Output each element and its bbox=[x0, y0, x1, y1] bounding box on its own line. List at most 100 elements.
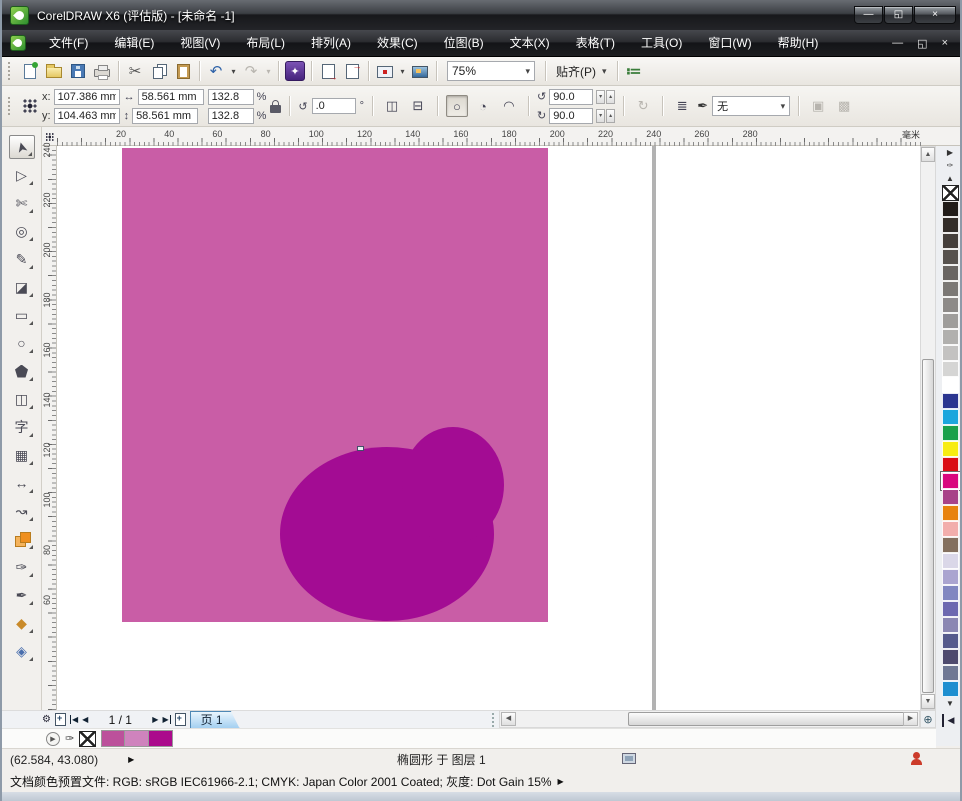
palette-play-icon[interactable]: ▶ bbox=[46, 732, 60, 746]
doc-eyedropper-icon[interactable]: ✑ bbox=[65, 732, 74, 745]
text-tool[interactable]: 字 bbox=[9, 415, 35, 439]
smart-fill-tool[interactable]: ◪ bbox=[9, 275, 35, 299]
mirror-horizontal-icon[interactable]: ◫ bbox=[381, 95, 403, 117]
rotation-angle-field[interactable] bbox=[312, 98, 356, 114]
launcher-dropdown-icon[interactable]: ▾ bbox=[397, 59, 408, 83]
status-flyout-icon[interactable]: ▶ bbox=[128, 755, 134, 764]
palette-swatch[interactable] bbox=[942, 297, 959, 313]
palette-scroll-up-icon[interactable]: ▲ bbox=[942, 172, 959, 185]
doc-minimize-icon[interactable]: — bbox=[892, 37, 903, 50]
palette-swatch[interactable] bbox=[942, 505, 959, 521]
palette-swatch[interactable] bbox=[942, 281, 959, 297]
outline-pen-tool[interactable]: ✒ bbox=[9, 583, 35, 607]
no-color-swatch[interactable] bbox=[79, 731, 96, 747]
arc-mode-button[interactable]: ◠ bbox=[498, 95, 520, 117]
shape-tool[interactable]: ▷ bbox=[9, 163, 35, 187]
next-page-icon[interactable]: ▶ bbox=[152, 715, 158, 724]
previous-page-icon[interactable]: ◀ bbox=[82, 715, 88, 724]
app-launcher-icon[interactable] bbox=[373, 59, 397, 83]
drawing-canvas[interactable] bbox=[57, 146, 920, 710]
color-eyedropper-tool[interactable]: ✑ bbox=[9, 555, 35, 579]
navigator-icon[interactable]: ⊕ bbox=[920, 710, 936, 728]
menu-item-view[interactable]: 视图(V) bbox=[167, 30, 233, 56]
palette-no-color-swatch[interactable] bbox=[942, 185, 959, 201]
maximize-button[interactable]: ◱ bbox=[884, 6, 913, 24]
palette-swatch[interactable] bbox=[942, 681, 959, 697]
y-position-field[interactable] bbox=[54, 108, 120, 124]
palette-flyout-icon[interactable]: ▶ bbox=[942, 146, 959, 159]
start-angle-field[interactable] bbox=[549, 89, 593, 105]
fill-tool[interactable]: ◆ bbox=[9, 611, 35, 635]
menu-item-text[interactable]: 文本(X) bbox=[497, 30, 563, 56]
page-settings-icon[interactable]: ⚙ bbox=[42, 714, 51, 725]
palette-swatch[interactable] bbox=[942, 377, 959, 393]
minimize-button[interactable]: — bbox=[854, 6, 883, 24]
palette-swatch[interactable] bbox=[942, 521, 959, 537]
new-document-icon[interactable] bbox=[18, 59, 42, 83]
redo-dropdown-icon[interactable]: ▾ bbox=[263, 59, 274, 83]
scroll-up-icon[interactable]: ▲ bbox=[921, 147, 935, 162]
object-height-field[interactable] bbox=[132, 108, 198, 124]
palette-eyedropper-icon[interactable]: ✑ bbox=[942, 159, 959, 172]
profile-flyout-icon[interactable]: ▶ bbox=[558, 777, 564, 786]
polygon-tool[interactable] bbox=[9, 359, 35, 383]
redo-icon[interactable]: ↷ bbox=[239, 59, 263, 83]
zoom-level-select[interactable]: 75% ▾ bbox=[447, 61, 535, 81]
menu-item-bitmaps[interactable]: 位图(B) bbox=[431, 30, 497, 56]
vertical-scroll-thumb[interactable] bbox=[922, 359, 934, 693]
palette-swatch[interactable] bbox=[942, 217, 959, 233]
palette-swatch[interactable] bbox=[942, 425, 959, 441]
small-ellipse-shape[interactable] bbox=[402, 427, 504, 543]
undo-icon[interactable]: ↶ bbox=[204, 59, 228, 83]
last-page-icon[interactable]: ▶ bbox=[162, 715, 170, 724]
palette-swatch[interactable] bbox=[942, 569, 959, 585]
scroll-right-icon[interactable]: ▶ bbox=[903, 712, 918, 726]
end-angle-spinner[interactable]: ▾▴ bbox=[596, 109, 615, 123]
palette-expand-icon[interactable]: ◀ bbox=[942, 714, 959, 727]
table-tool[interactable]: ▦ bbox=[9, 443, 35, 467]
scroll-down-icon[interactable]: ▼ bbox=[921, 694, 935, 709]
menu-item-help[interactable]: 帮助(H) bbox=[765, 30, 832, 56]
zoom-tool[interactable]: ◎ bbox=[9, 219, 35, 243]
vertical-scrollbar[interactable]: ▲ ▼ bbox=[920, 146, 936, 710]
palette-swatch[interactable] bbox=[942, 473, 959, 489]
palette-scroll-down-icon[interactable]: ▼ bbox=[942, 697, 959, 710]
palette-swatch[interactable] bbox=[942, 265, 959, 281]
doc-restore-icon[interactable]: ◱ bbox=[917, 37, 927, 50]
lock-ratio-icon[interactable] bbox=[270, 105, 281, 113]
membership-icon[interactable] bbox=[910, 752, 924, 766]
menu-item-effects[interactable]: 效果(C) bbox=[364, 30, 431, 56]
palette-swatch[interactable] bbox=[942, 233, 959, 249]
freehand-tool[interactable]: ✎ bbox=[9, 247, 35, 271]
close-button[interactable]: × bbox=[914, 6, 956, 24]
interactive-fill-tool[interactable]: ◈ bbox=[9, 639, 35, 663]
undo-dropdown-icon[interactable]: ▾ bbox=[228, 59, 239, 83]
add-page-icon[interactable] bbox=[55, 713, 66, 726]
palette-swatch[interactable] bbox=[942, 617, 959, 633]
horizontal-ruler[interactable]: 毫米 2040608010012014016018020022024026028… bbox=[57, 127, 922, 146]
page-tab[interactable]: 页 1 bbox=[190, 711, 240, 729]
vertical-ruler[interactable]: 2402202001801601401201008060 bbox=[42, 146, 57, 710]
horizontal-scrollbar[interactable]: ◀ ▶ bbox=[499, 710, 920, 728]
ellipse-mode-button[interactable]: ○ bbox=[446, 95, 468, 117]
palette-swatch[interactable] bbox=[942, 201, 959, 217]
pick-tool[interactable]: ➤ bbox=[9, 135, 35, 159]
dimension-tool[interactable]: ↔ bbox=[9, 471, 35, 495]
crop-tool[interactable]: ✄ bbox=[9, 191, 35, 215]
menu-item-arrange[interactable]: 排列(A) bbox=[298, 30, 364, 56]
menu-item-tools[interactable]: 工具(O) bbox=[628, 30, 695, 56]
palette-swatch[interactable] bbox=[942, 489, 959, 505]
export-icon[interactable] bbox=[340, 59, 364, 83]
doc-close-icon[interactable]: × bbox=[942, 37, 948, 50]
menu-item-file[interactable]: 文件(F) bbox=[36, 30, 101, 56]
node-handle[interactable] bbox=[357, 446, 364, 451]
palette-swatch[interactable] bbox=[942, 665, 959, 681]
palette-swatch[interactable] bbox=[942, 601, 959, 617]
start-angle-spinner[interactable]: ▾▴ bbox=[596, 90, 615, 104]
basic-shapes-tool[interactable]: ◫ bbox=[9, 387, 35, 411]
ellipse-tool[interactable]: ○ bbox=[9, 331, 35, 355]
text-wrap-icon[interactable]: ≣ bbox=[671, 95, 693, 117]
menu-item-layout[interactable]: 布局(L) bbox=[233, 30, 298, 56]
add-page-icon[interactable] bbox=[175, 713, 186, 726]
proof-colors-icon[interactable] bbox=[622, 753, 636, 764]
